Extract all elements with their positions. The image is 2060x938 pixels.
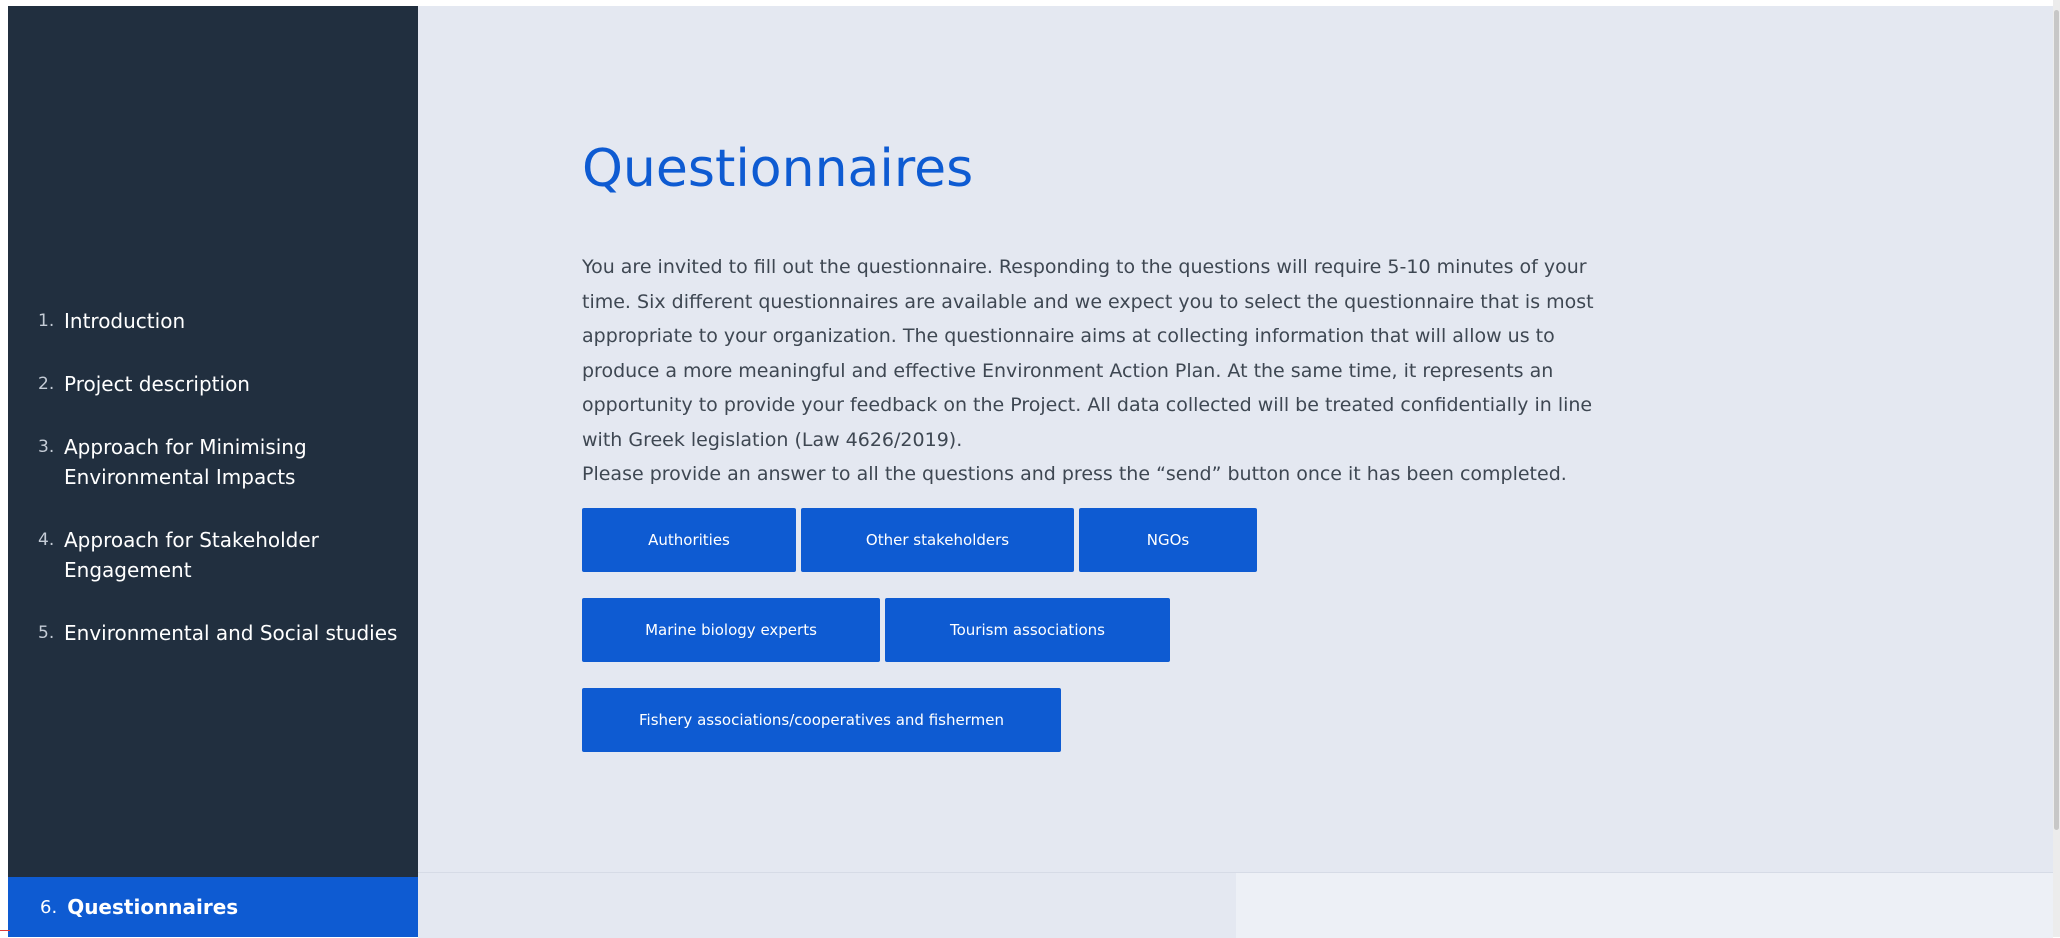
instruction-paragraph: Please provide an answer to all the ques… — [582, 463, 1567, 485]
sidebar-nav: 1. Introduction 2. Project description 3… — [8, 306, 418, 681]
sidebar-item-number: 1. — [38, 311, 55, 331]
footer-band-right — [1236, 873, 2053, 938]
sidebar-item-stakeholder-engagement[interactable]: 4. Approach for Stakeholder Engagement — [8, 525, 418, 585]
sidebar-item-questionnaires[interactable]: 6. Questionnaires — [8, 877, 418, 937]
scrollbar[interactable] — [2053, 0, 2060, 937]
sidebar-item-label: Questionnaires — [67, 895, 239, 919]
sidebar-item-number: 2. — [38, 374, 55, 394]
sidebar-item-studies[interactable]: 5. Environmental and Social studies — [8, 618, 418, 648]
ngos-button[interactable]: NGOs — [1079, 508, 1257, 572]
authorities-button[interactable]: Authorities — [582, 508, 796, 572]
marine-biology-button[interactable]: Marine biology experts — [582, 598, 880, 662]
intro-paragraph: You are invited to fill out the question… — [582, 256, 1594, 451]
sidebar-item-number: 5. — [38, 623, 55, 643]
sidebar-item-introduction[interactable]: 1. Introduction — [8, 306, 418, 336]
sidebar: 1. Introduction 2. Project description 3… — [8, 6, 418, 937]
sidebar-item-label: Project description — [64, 372, 250, 396]
sidebar-item-project-description[interactable]: 2. Project description — [8, 369, 418, 399]
page-title: Questionnaires — [582, 139, 974, 199]
sidebar-item-label: Introduction — [64, 309, 186, 333]
sidebar-item-label: Environmental and Social studies — [64, 621, 398, 645]
sidebar-item-label: Approach for Stakeholder Engagement — [64, 528, 319, 582]
sidebar-item-number: 4. — [38, 530, 55, 550]
intro-text: You are invited to fill out the question… — [582, 250, 1632, 492]
footer-band — [418, 872, 2053, 938]
fishery-associations-button[interactable]: Fishery associations/cooperatives and fi… — [582, 688, 1061, 752]
edge-mark — [0, 930, 10, 931]
sidebar-item-number: 3. — [38, 437, 55, 457]
other-stakeholders-button[interactable]: Other stakeholders — [801, 508, 1074, 572]
tourism-associations-button[interactable]: Tourism associations — [885, 598, 1170, 662]
sidebar-item-label: Approach for Minimising Environmental Im… — [64, 435, 307, 489]
sidebar-item-minimising-impacts[interactable]: 3. Approach for Minimising Environmental… — [8, 432, 418, 492]
sidebar-item-number: 6. — [40, 896, 58, 918]
scrollbar-thumb[interactable] — [2054, 10, 2059, 830]
